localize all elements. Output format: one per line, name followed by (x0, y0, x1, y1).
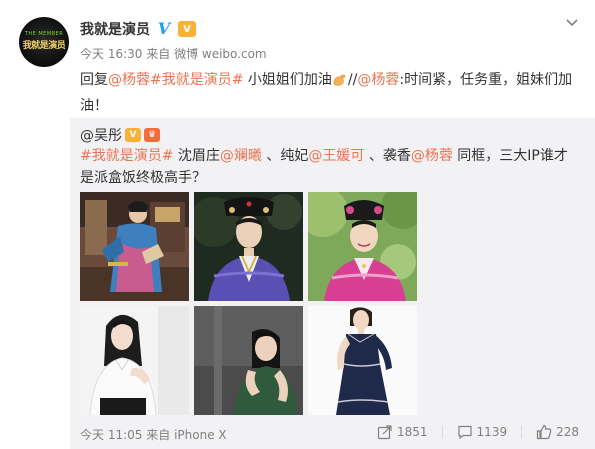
vip-icon[interactable]: V (125, 128, 141, 142)
repost-text-1: 沈眉庄 (173, 148, 220, 164)
mention-yangrong[interactable]: @杨蓉 (108, 72, 150, 88)
double-slash: // (347, 72, 358, 88)
comment-count: 1139 (476, 425, 508, 439)
like-count: 228 (556, 425, 579, 439)
repost-image-2[interactable] (194, 192, 303, 301)
account-avatar[interactable]: THE MEMBER 我就是演员 (19, 17, 69, 67)
post-meta: 今天 16:30 来自 微博 weibo.com (80, 45, 267, 62)
repost-image-grid (80, 192, 418, 415)
muscle-emoji-icon (333, 74, 346, 86)
hashtag-woojiushiyanyuan[interactable]: #我就是演员# (150, 72, 243, 88)
repost-text-3: 、袭香 (364, 148, 411, 164)
forward-count: 1851 (397, 425, 428, 439)
mention-yangrong-3[interactable]: @杨蓉 (411, 148, 453, 164)
post-source[interactable]: 微博 weibo.com (174, 47, 267, 61)
repost-text: #我就是演员# 沈眉庄@斓曦 、纯妃@王媛可 、袭香@杨蓉 同框，三大IP谁才是… (80, 145, 580, 189)
thumbs-up-icon (536, 424, 552, 440)
vip-member-icon[interactable]: ♛ (144, 128, 160, 142)
account-name[interactable]: 我就是演员 (80, 19, 150, 39)
mention-lanxi[interactable]: @斓曦 (220, 148, 262, 164)
comment-icon (457, 425, 472, 440)
repost-from-label: 来自 (146, 428, 171, 442)
divider (521, 426, 523, 438)
v-verified-icon[interactable]: V (156, 21, 172, 37)
mention-yangrong-2[interactable]: @杨蓉 (357, 72, 399, 88)
repost-image-4[interactable] (80, 306, 189, 415)
forward-button[interactable]: 1851 (377, 424, 428, 440)
reply-prefix: 回复 (80, 72, 108, 88)
repost-meta: 今天 11:05 来自 iPhone X (80, 426, 227, 443)
mention-wangyuanke[interactable]: @王媛可 (308, 148, 364, 164)
repost-author[interactable]: @吴彤 (80, 125, 122, 145)
repost-source[interactable]: iPhone X (174, 428, 227, 442)
action-bar: 1851 1139 228 (377, 424, 579, 440)
repost-text-2: 、纯妃 (261, 148, 309, 164)
repost-time[interactable]: 今天 11:05 (80, 428, 142, 442)
chevron-down-icon[interactable] (565, 16, 579, 30)
avatar-small-text: THE MEMBER (24, 31, 64, 37)
avatar-logo-text: 我就是演员 (22, 41, 66, 51)
forward-icon (377, 425, 392, 440)
repost-hashtag[interactable]: #我就是演员# (80, 148, 173, 164)
account-name-row: 我就是演员 V V (80, 18, 196, 40)
post-from-label: 来自 (146, 47, 171, 61)
like-button[interactable]: 228 (536, 424, 579, 440)
repost-image-6[interactable] (308, 306, 417, 415)
divider (441, 426, 443, 438)
post-time[interactable]: 今天 16:30 (80, 47, 142, 61)
comment-button[interactable]: 1139 (457, 424, 508, 440)
repost-author-row: @吴彤 V ♛ (80, 125, 160, 145)
repost-container: @吴彤 V ♛ #我就是演员# 沈眉庄@斓曦 、纯妃@王媛可 、袭香@杨蓉 同框… (70, 118, 595, 449)
vip-icon[interactable]: V (178, 21, 196, 37)
repost-footer: 今天 11:05 来自 iPhone X 1851 1139 228 (70, 424, 595, 443)
repost-image-3[interactable] (308, 192, 417, 301)
post-text-mid: 小姐姐们加油 (243, 72, 332, 88)
repost-image-1[interactable] (80, 192, 189, 301)
repost-image-5[interactable] (194, 306, 303, 415)
post-text: 回复@杨蓉#我就是演员# 小姐姐们加油 //@杨蓉:时间紧，任务重，姐妹们加油！ (80, 67, 580, 119)
